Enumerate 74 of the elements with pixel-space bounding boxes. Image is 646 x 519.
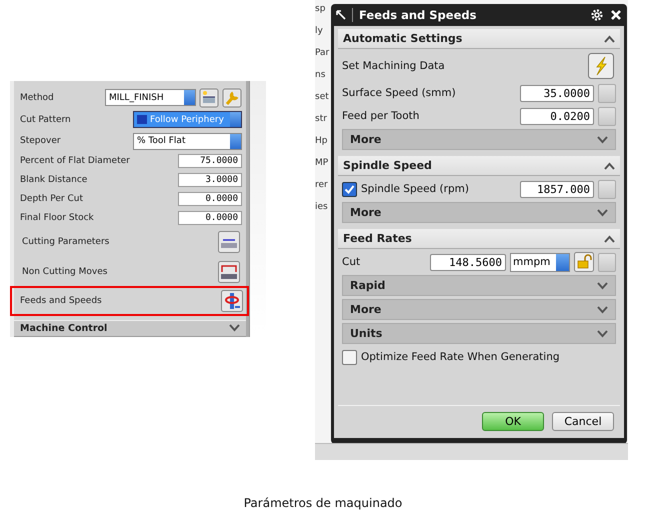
subsection-header[interactable]: Units	[342, 323, 616, 344]
field-menu-button[interactable]	[598, 106, 616, 126]
figure-caption: Parámetros de maquinado	[244, 496, 402, 510]
subsection-header[interactable]: More	[342, 129, 616, 150]
settings-icon[interactable]	[590, 8, 604, 22]
number-field[interactable]: 0.0000	[178, 210, 242, 225]
section-header[interactable]: Spindle Speed	[338, 156, 620, 176]
number-field[interactable]: 148.5600	[430, 254, 506, 270]
subsection-header[interactable]: More	[342, 202, 616, 223]
number-field[interactable]: 0.0200	[520, 108, 594, 124]
number-field[interactable]: 1857.000	[520, 180, 594, 198]
number-field[interactable]: 35.0000	[520, 84, 594, 102]
collapse-icon[interactable]	[604, 162, 615, 170]
field-label: Final Floor Stock	[20, 212, 95, 223]
number-field[interactable]: 75.0000	[178, 154, 242, 168]
section-header[interactable]: Machine Control	[14, 320, 246, 337]
field-label: Percent of Flat Diameter	[20, 156, 131, 166]
collapse-icon[interactable]	[604, 234, 615, 242]
field-menu-button[interactable]	[598, 252, 616, 272]
field-label: Blank Distance	[20, 175, 88, 186]
section-header[interactable]: Automatic Settings	[338, 29, 620, 49]
background-text: rer	[315, 180, 329, 190]
method-dropdown[interactable]: MILL_FINISH	[105, 89, 196, 106]
checkbox-label: Optimize Feed Rate When Generating	[361, 351, 560, 363]
ok-button[interactable]: OK	[482, 412, 544, 431]
checkbox[interactable]	[342, 182, 357, 196]
lightning-icon[interactable]	[588, 53, 614, 79]
dialog-title: Feeds and Speeds	[352, 8, 584, 22]
field-label: Set Machining Data	[342, 60, 446, 72]
background-text: sp	[315, 4, 326, 14]
expand-icon[interactable]	[229, 324, 240, 332]
field-label: Depth Per Cut	[20, 194, 84, 204]
field-label: Surface Speed (smm)	[342, 87, 457, 99]
checkbox[interactable]	[342, 350, 357, 364]
feeds-speeds-icon[interactable]	[221, 290, 243, 312]
stepover-dropdown[interactable]: % Tool Flat	[133, 132, 242, 150]
field-label: Feed per Tooth	[342, 110, 420, 122]
background-text: Par	[315, 48, 330, 58]
expand-icon[interactable]	[597, 282, 608, 290]
field-label: Feeds and Speeds	[20, 296, 103, 306]
collapse-icon[interactable]	[604, 34, 615, 42]
field-label: Method	[20, 92, 55, 103]
background-text: ies	[315, 202, 329, 212]
field-label: Cutting Parameters	[22, 236, 110, 247]
field-menu-button[interactable]	[598, 180, 616, 198]
unlocked-icon[interactable]	[574, 252, 594, 272]
create-icon[interactable]	[199, 88, 219, 108]
background-text: Hp	[315, 136, 328, 146]
cutting-parameters-icon[interactable]	[218, 230, 240, 253]
close-icon[interactable]	[610, 9, 622, 21]
subsection-header[interactable]: More	[342, 299, 616, 320]
pointer-icon	[336, 10, 346, 20]
cancel-button[interactable]: Cancel	[552, 412, 614, 431]
section-header[interactable]: Feed Rates	[338, 229, 620, 249]
background-text: set	[315, 92, 330, 102]
expand-icon[interactable]	[597, 306, 608, 314]
field-label: Cut	[342, 256, 362, 268]
background-text: ly	[315, 26, 324, 36]
subsection-header[interactable]: Rapid	[342, 275, 616, 296]
field-label: Cut Pattern	[20, 114, 72, 125]
expand-icon[interactable]	[597, 330, 608, 338]
number-field[interactable]: 0.0000	[178, 192, 242, 206]
field-label: Stepover	[20, 136, 62, 146]
background-text: str	[315, 114, 328, 124]
field-label: Non Cutting Moves	[22, 266, 108, 276]
non-cutting-moves-icon[interactable]	[218, 260, 240, 282]
checkbox-label: Spindle Speed (rpm)	[361, 183, 470, 195]
unit-dropdown[interactable]: mmpm	[510, 252, 570, 272]
field-menu-button[interactable]	[598, 84, 616, 102]
expand-icon[interactable]	[597, 136, 608, 144]
number-field[interactable]: 3.0000	[178, 173, 242, 188]
background-text: ns	[315, 70, 326, 80]
background-text: MP	[315, 158, 330, 168]
expand-icon[interactable]	[597, 208, 608, 216]
